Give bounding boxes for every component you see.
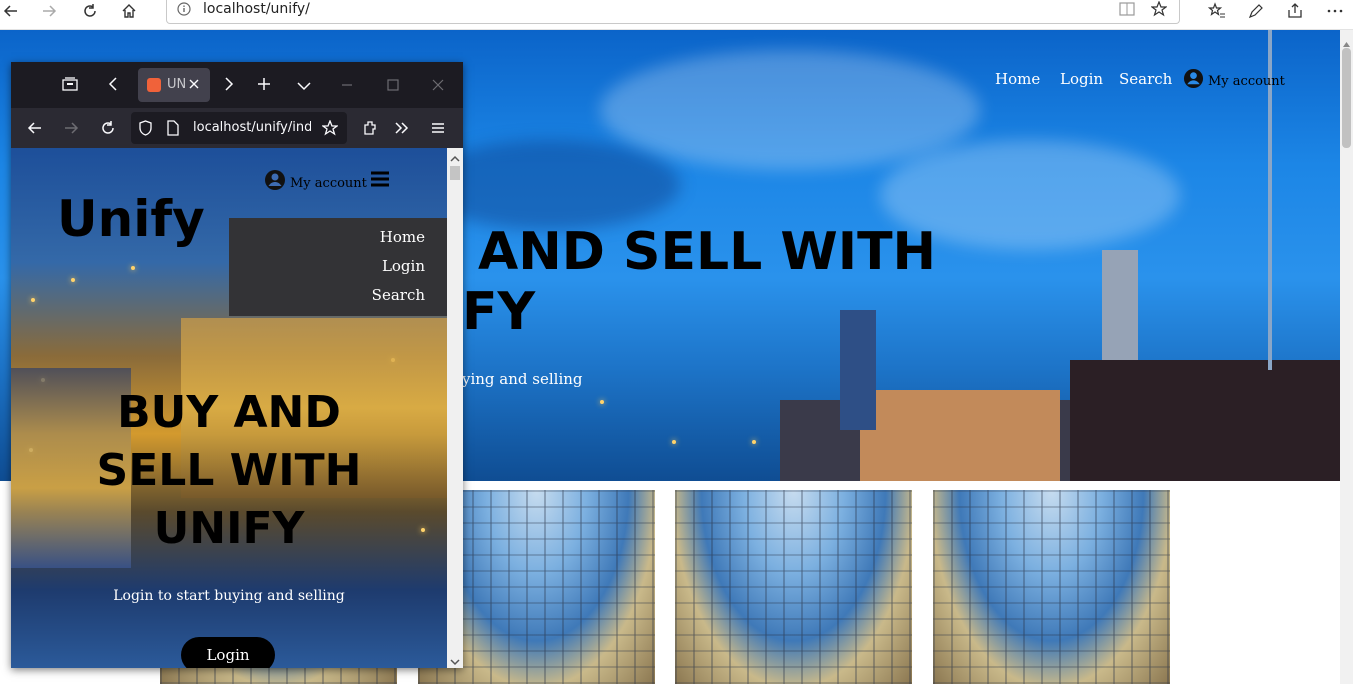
firefox-address-bar[interactable]: localhost/unify/inde (131, 112, 347, 144)
reading-view-icon[interactable] (1119, 2, 1135, 21)
minimize-icon[interactable] (341, 77, 353, 96)
account-label: My account (290, 175, 367, 191)
tab-scroll-right-icon[interactable] (223, 76, 235, 97)
mobile-hero-title: BUY AND SELL WITH UNIFY (96, 387, 362, 554)
hero-light (600, 400, 604, 404)
firefox-content-scrollbar[interactable] (447, 148, 463, 668)
tab-close-icon[interactable] (188, 76, 200, 97)
scene-light (131, 266, 135, 270)
extensions-icon[interactable] (362, 120, 378, 141)
scene-light (31, 298, 35, 302)
forward-icon[interactable] (38, 0, 60, 22)
account-icon (265, 170, 285, 190)
app-menu-icon[interactable] (430, 120, 446, 141)
hero-subtitle: ying and selling (462, 370, 583, 388)
address-url: localhost/unify/inde (193, 120, 311, 135)
hero-rooftop (1070, 360, 1340, 481)
menu-home-link[interactable]: Home (380, 228, 425, 246)
menu-login-link[interactable]: Login (382, 257, 425, 275)
tab-overview-icon[interactable] (61, 75, 79, 98)
product-image[interactable] (933, 490, 1170, 684)
hero-tower (840, 310, 876, 430)
new-tab-icon[interactable] (256, 76, 272, 97)
mobile-login-button[interactable]: Login (181, 637, 275, 668)
menu-search-link[interactable]: Search (372, 286, 425, 304)
address-bar[interactable]: localhost/unify/ (166, 0, 1180, 24)
edge-toolbar: localhost/unify/ (0, 0, 1353, 30)
scroll-down-arrow-icon[interactable] (450, 654, 460, 668)
share-icon[interactable] (1284, 0, 1306, 22)
mobile-hero-subtitle: Login to start buying and selling (113, 588, 345, 604)
hero-light (752, 440, 756, 444)
address-url: localhost/unify/ (203, 1, 310, 17)
account-icon (1183, 68, 1204, 89)
home-icon[interactable] (118, 0, 140, 22)
active-tab[interactable]: UN (138, 68, 210, 102)
hero-tower (1102, 250, 1138, 360)
mobile-account-link[interactable]: My account (264, 168, 367, 192)
page-scrollbar[interactable] (1340, 30, 1353, 684)
back-icon[interactable] (27, 120, 43, 141)
xampp-favicon-icon (147, 78, 161, 92)
firefox-tabbar: UN (11, 62, 463, 108)
page-info-icon[interactable] (167, 120, 179, 141)
scrollbar-thumb[interactable] (450, 166, 460, 180)
favorites-icon[interactable] (1206, 0, 1228, 22)
more-icon[interactable] (1324, 0, 1346, 22)
mobile-dropdown-menu: Home Login Search (229, 218, 447, 316)
firefox-navbar: localhost/unify/inde (11, 108, 463, 148)
scrollbar-thumb[interactable] (1342, 48, 1351, 148)
list-all-tabs-icon[interactable] (297, 78, 311, 96)
nav-account-link[interactable]: My account (1183, 68, 1285, 89)
window-close-icon[interactable] (432, 77, 444, 96)
hero-title-line1: AND SELL WITH (478, 222, 937, 282)
site-logo[interactable]: Unify (57, 190, 205, 248)
maximize-icon[interactable] (387, 77, 399, 96)
info-icon[interactable] (177, 2, 191, 21)
nav-login-link[interactable]: Login (1060, 70, 1103, 88)
hero-rooftop (860, 390, 1060, 481)
nav-home-link[interactable]: Home (995, 70, 1040, 88)
product-image[interactable] (675, 490, 912, 684)
tracking-shield-icon[interactable] (138, 120, 153, 141)
scene-light (71, 278, 75, 282)
tab-scroll-left-icon[interactable] (107, 76, 119, 97)
hero-light (672, 440, 676, 444)
favorite-star-icon[interactable] (1150, 0, 1168, 22)
hero-title-line2: FY (462, 282, 536, 342)
nav-search-link[interactable]: Search (1119, 70, 1172, 88)
back-icon[interactable] (0, 0, 22, 22)
refresh-icon[interactable] (79, 0, 101, 22)
firefox-window: UN localhost/unify/inde My account Unify… (11, 62, 463, 668)
tab-title: UN (167, 77, 187, 92)
hamburger-menu-icon[interactable] (370, 170, 390, 193)
forward-icon[interactable] (63, 120, 79, 141)
bookmark-star-icon[interactable] (321, 119, 339, 141)
overflow-menu-icon[interactable] (394, 120, 410, 141)
mobile-view-content: My account Unify Home Login Search BUY A… (11, 148, 447, 668)
account-label: My account (1208, 74, 1285, 89)
reload-icon[interactable] (100, 120, 116, 141)
pen-icon[interactable] (1245, 0, 1267, 22)
